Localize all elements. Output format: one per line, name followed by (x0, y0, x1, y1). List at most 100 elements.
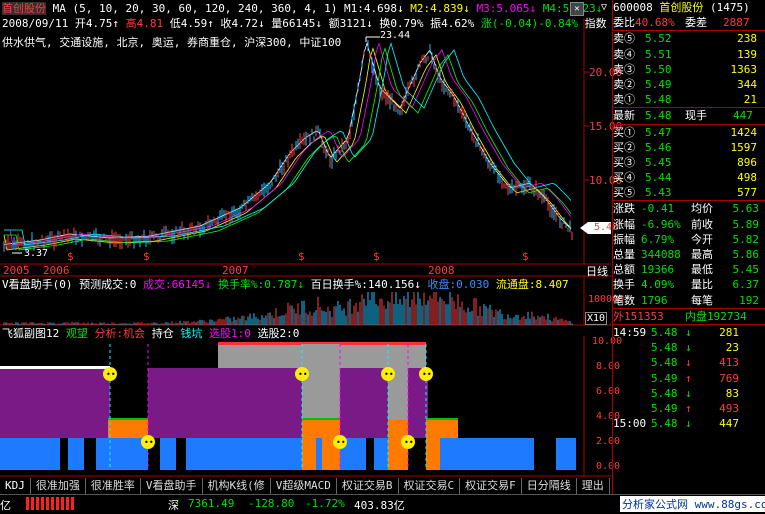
indicator-tab[interactable]: 很准胜率 (85, 478, 141, 494)
tick-price: 5.49 (651, 401, 678, 415)
order-volume: 139 (737, 47, 757, 61)
stat-label: 涨跌 (613, 202, 635, 216)
tick-volume: 83 (725, 386, 739, 400)
shen-index: 7361.49 (188, 497, 235, 510)
indicator-tab[interactable]: 权证交易C (398, 478, 461, 494)
order-volume: 21 (743, 93, 757, 107)
stat-value: 1796 (641, 293, 668, 307)
sells-row[interactable]: 卖④ 5.51 139 (613, 47, 765, 62)
order-volume: 238 (737, 32, 757, 46)
indicator-tab[interactable]: 权证交易B (336, 478, 399, 494)
stat-label: 今开 (691, 232, 713, 246)
wei-bi-row: 委比40.68% 委差 2887 (613, 15, 765, 32)
signal-s-mark: $ (67, 250, 74, 263)
stat-label: 前收 (691, 217, 713, 231)
stat-label: 最低 (691, 263, 713, 277)
latest-row: 最新 5.48 现手 447 (613, 107, 765, 125)
stat-row: 涨幅 -6.96% 前收 5.89 (613, 217, 765, 232)
inner-volume: 内盘192734 (685, 309, 747, 323)
year-label: 2007 (222, 264, 249, 277)
tick-direction: ↓ (685, 417, 692, 431)
tick-list[interactable]: 14:59 5.48 ↓ 281 5.48 ↓ 23 5.48 ↓ 413 5.49 ↑ 769 5.48… (613, 325, 765, 431)
tick-row: 5.49 ↑ 769 (613, 371, 765, 386)
moving-average-line (3, 47, 572, 251)
indicator-tab[interactable]: V超级MACD (270, 478, 337, 494)
tick-volume: 281 (719, 325, 739, 339)
shen-change: -128.80 (248, 497, 295, 510)
stock-code: 600008 (613, 1, 653, 14)
order-price: 5.52 (645, 32, 672, 46)
stat-value: 5.86 (732, 248, 760, 261)
stat-value: 5.63 (732, 202, 760, 216)
order-price: 5.49 (645, 77, 672, 91)
svg-text:••: •• (404, 438, 414, 447)
svg-text:••: •• (106, 370, 116, 379)
volume-bars-svg (3, 292, 573, 325)
indicator-tab[interactable]: 日分隔线 (521, 478, 577, 494)
sells-row[interactable]: 卖① 5.48 21 (613, 92, 765, 107)
tick-volume: 23 (725, 341, 739, 355)
tick-direction: ↓ (685, 341, 692, 355)
stat-row: 振幅 6.79% 今开 5.82 (613, 232, 765, 247)
quote-panel: 600008 首创股份 (1475) 委比40.68% 委差 2887 卖⑤ 5.52… (612, 0, 765, 494)
indicator-tab[interactable]: V看盘助手 (140, 478, 203, 494)
smiley-icon: •• (103, 367, 117, 381)
sells-row[interactable]: 卖⑤ 5.52 238 (613, 31, 765, 46)
stat-value: 6.79% (641, 232, 675, 246)
indicator-tab[interactable]: 机构K线(修 (202, 478, 271, 494)
current-hand: 447 (733, 109, 753, 123)
tick-row: 5.48 ↓ 83 (613, 386, 765, 401)
stat-row: 笔数 1796 每笔 192 (613, 293, 765, 308)
order-volume: 577 (737, 186, 757, 200)
buys-row[interactable]: 买③ 5.45 896 (613, 155, 765, 170)
indicator-tab[interactable]: KDJ (0, 478, 31, 494)
smiley-icon: •• (333, 435, 347, 449)
period-label[interactable]: 日线 (586, 263, 608, 279)
x10-button[interactable]: X10 (585, 312, 608, 325)
tick-direction: ↓ (685, 356, 692, 370)
indicator-tab[interactable]: 理出 (576, 478, 610, 494)
watermark: 分析家公式网 www.88gs.com (620, 496, 765, 512)
status-left: 亿 (0, 499, 11, 512)
tick-row: 15:00 5.48 ↓ 447 (613, 416, 765, 431)
tick-direction: ↓ (685, 386, 692, 400)
buys-row[interactable]: 买② 5.46 1597 (613, 140, 765, 155)
buys-row[interactable]: 买① 5.47 1424 (613, 125, 765, 140)
tick-row: 5.48 ↓ 413 (613, 355, 765, 370)
shen-pct: -1.72% (305, 497, 345, 510)
buys-row[interactable]: 买⑤ 5.43 577 (613, 185, 765, 200)
order-price: 5.50 (645, 62, 672, 76)
wei-bi-label: 委比 (613, 16, 635, 30)
buys-row[interactable]: 买④ 5.44 498 (613, 170, 765, 185)
sells-row[interactable]: 卖③ 5.50 1363 (613, 62, 765, 77)
order-volume: 896 (737, 155, 757, 169)
outer-volume: 外151353 (613, 309, 664, 323)
wei-bi-value: 40.68% (635, 16, 675, 30)
stat-label: 每笔 (691, 293, 713, 307)
shen-amount: 403.83亿 (354, 499, 405, 512)
indicator-tabs: KDJ 很准加强 很准胜率 V看盘助手 机构K线(修 V超级MACD 权证交易B 权证交易C 权… (0, 478, 765, 494)
indicator-tab[interactable]: 权证交易F (460, 478, 522, 494)
stat-value: 5.82 (732, 232, 760, 246)
tick-row: 5.48 ↓ 23 (613, 340, 765, 355)
moving-average-line (4, 42, 572, 246)
sell-orders: 卖⑤ 5.52 238 卖④ 5.51 139 卖③ 5.50 1363 卖② 5.49 344 卖① 5… (613, 31, 765, 107)
order-volume: 498 (737, 171, 757, 185)
tick-direction: ↑ (685, 371, 692, 385)
candles (3, 36, 573, 253)
order-level-label: 买⑤ (613, 186, 635, 200)
smiley-icon: •• (295, 367, 309, 381)
svg-text:••: •• (384, 370, 394, 379)
quote-stock-name: 首创股份 (659, 1, 704, 14)
latest-label: 最新 (613, 109, 635, 123)
smiley-icon: •• (419, 367, 433, 381)
indicator-tab[interactable]: 很准加强 (30, 478, 86, 494)
stat-row: 换手 4.09% 量比 6.37 (613, 277, 765, 292)
tick-direction: ↓ (685, 325, 692, 339)
year-label: 2006 (43, 264, 70, 277)
signal-s-mark: $ (373, 250, 380, 263)
stat-value: 19366 (641, 263, 675, 277)
wei-cha-value: 2887 (723, 16, 750, 30)
sells-row[interactable]: 卖② 5.49 344 (613, 77, 765, 92)
stat-value: 5.89 (732, 217, 760, 231)
